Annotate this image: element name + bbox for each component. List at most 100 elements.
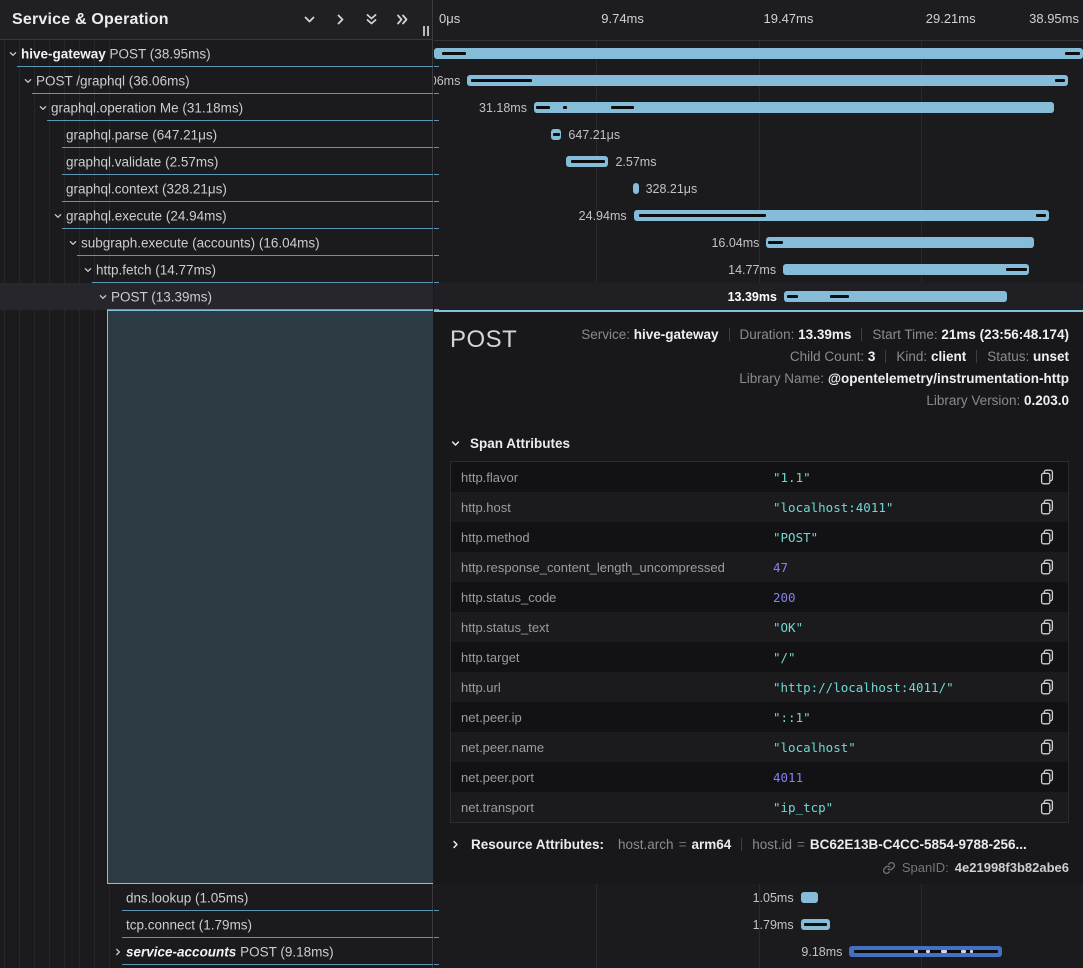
span-row[interactable]: http.fetch (14.77ms) [0,256,433,283]
span-duration-label: 36.06ms [434,74,460,88]
span-row[interactable]: graphql.execute (24.94ms) [0,202,433,229]
span-bar[interactable] [783,264,1029,275]
span-row[interactable]: tcp.connect (1.79ms) [0,911,433,938]
critical-path-segment [639,214,766,217]
copy-icon[interactable] [1026,769,1068,785]
attribute-key: http.status_text [451,620,773,635]
span-attributes-section-header[interactable]: Span Attributes [450,436,1069,451]
attribute-row: http.host"localhost:4011" [451,492,1068,522]
bar-highlight-segment [961,950,966,953]
meta-divider [861,328,862,341]
copy-icon[interactable] [1026,559,1068,575]
copy-icon[interactable] [1026,799,1068,815]
span-bar[interactable] [566,156,609,167]
meta-label: Status: [987,349,1033,364]
copy-icon[interactable] [1026,529,1068,545]
copy-icon[interactable] [1026,709,1068,725]
timeline-row[interactable]: 31.18ms [434,94,1083,121]
meta-label: Duration: [740,327,799,342]
service-name: service-accounts [126,944,236,959]
timeline-row[interactable]: 328.21μs [434,175,1083,202]
span-bar[interactable] [551,129,562,140]
panel-resize-grip-icon[interactable] [423,26,429,36]
chevron-down-icon[interactable] [38,103,48,113]
span-duration-label: 24.94ms [579,209,627,223]
copy-icon[interactable] [1026,619,1068,635]
attribute-value: 47 [773,560,1026,575]
timeline-row[interactable]: 647.21μs [434,121,1083,148]
critical-path-segment [1065,52,1080,55]
timeline-row[interactable]: 2.57ms [434,148,1083,175]
span-bar[interactable] [784,291,1007,302]
span-duration-label: 16.04ms [711,236,759,250]
span-row[interactable]: graphql.operation Me (31.18ms) [0,94,433,121]
chevron-down-icon[interactable] [302,12,317,27]
timeline-row[interactable]: 16.04ms [434,229,1083,256]
meta-label: Service: [581,327,634,342]
timeline-row[interactable]: 1.05ms [434,884,1083,911]
timeline-row[interactable]: 9.18ms [434,938,1083,965]
chevron-down-icon[interactable] [68,238,78,248]
span-bar[interactable] [633,183,638,194]
chevron-right-icon[interactable] [333,12,348,27]
meta-value: 13.39ms [798,327,851,342]
meta-value: hive-gateway [634,327,719,342]
timeline-row[interactable]: 13.39ms [434,283,1083,310]
critical-path-segment [442,52,466,55]
copy-icon[interactable] [1026,649,1068,665]
double-chevron-right-icon[interactable] [395,12,410,27]
ruler-tick-label: 0μs [439,11,460,26]
meta-value: unset [1033,349,1069,364]
timeline-row[interactable]: 24.94ms [434,202,1083,229]
span-row[interactable]: graphql.validate (2.57ms) [0,148,433,175]
span-bar[interactable] [434,48,1083,59]
span-row[interactable]: subgraph.execute (accounts) (16.04ms) [0,229,433,256]
span-row[interactable]: graphql.context (328.21μs) [0,175,433,202]
span-bar[interactable] [634,210,1050,221]
double-chevron-down-icon[interactable] [364,12,379,27]
timeline-row[interactable]: 14.77ms [434,256,1083,283]
span-row[interactable]: POST /graphql (36.06ms) [0,67,433,94]
resource-attributes-row[interactable]: Resource Attributes: host.arch=arm64host… [450,837,1069,852]
span-bar[interactable] [849,946,1002,957]
attribute-key: http.status_code [451,590,773,605]
attribute-value: "::1" [773,710,1026,725]
link-icon[interactable] [882,861,896,875]
chevron-down-icon[interactable] [8,49,18,59]
copy-icon[interactable] [1026,499,1068,515]
copy-icon[interactable] [1026,679,1068,695]
span-label: POST /graphql (36.06ms) [36,73,190,88]
span-row[interactable]: service-accounts POST (9.18ms) [0,938,433,965]
chevron-down-icon[interactable] [53,211,63,221]
critical-path-segment [471,79,532,82]
span-duration-label: 647.21μs [568,128,620,142]
span-bar[interactable] [766,237,1033,248]
span-row[interactable]: dns.lookup (1.05ms) [0,884,433,911]
timeline-row[interactable]: 38.95ms [434,40,1083,67]
chevron-down-icon[interactable] [98,292,108,302]
timeline-row[interactable]: 1.79ms [434,911,1083,938]
span-duration-label: 14.77ms [728,263,776,277]
span-row[interactable]: POST (13.39ms) [0,283,433,310]
span-bar[interactable] [801,892,818,903]
attribute-key: http.response_content_length_uncompresse… [451,560,773,575]
attribute-row: http.url"http://localhost:4011/" [451,672,1068,702]
span-row[interactable]: hive-gateway POST (38.95ms) [0,40,433,67]
chevron-down-icon[interactable] [23,76,33,86]
timeline-row[interactable]: 36.06ms [434,67,1083,94]
resource-divider [741,838,742,851]
span-duration-label: 328.21μs [646,182,698,196]
chevron-right-icon[interactable] [113,947,123,957]
span-bar[interactable] [801,919,831,930]
attribute-key: http.url [451,680,773,695]
row-underline-stub [434,964,439,965]
chevron-down-icon[interactable] [83,265,93,275]
copy-icon[interactable] [1026,589,1068,605]
span-bar[interactable] [534,102,1054,113]
copy-icon[interactable] [1026,739,1068,755]
copy-icon[interactable] [1026,469,1068,485]
detail-meta-line: Library Name: @opentelemetry/instrumenta… [535,368,1069,390]
span-row[interactable]: graphql.parse (647.21μs) [0,121,433,148]
span-bar[interactable] [467,75,1068,86]
attribute-value: "localhost" [773,740,1026,755]
